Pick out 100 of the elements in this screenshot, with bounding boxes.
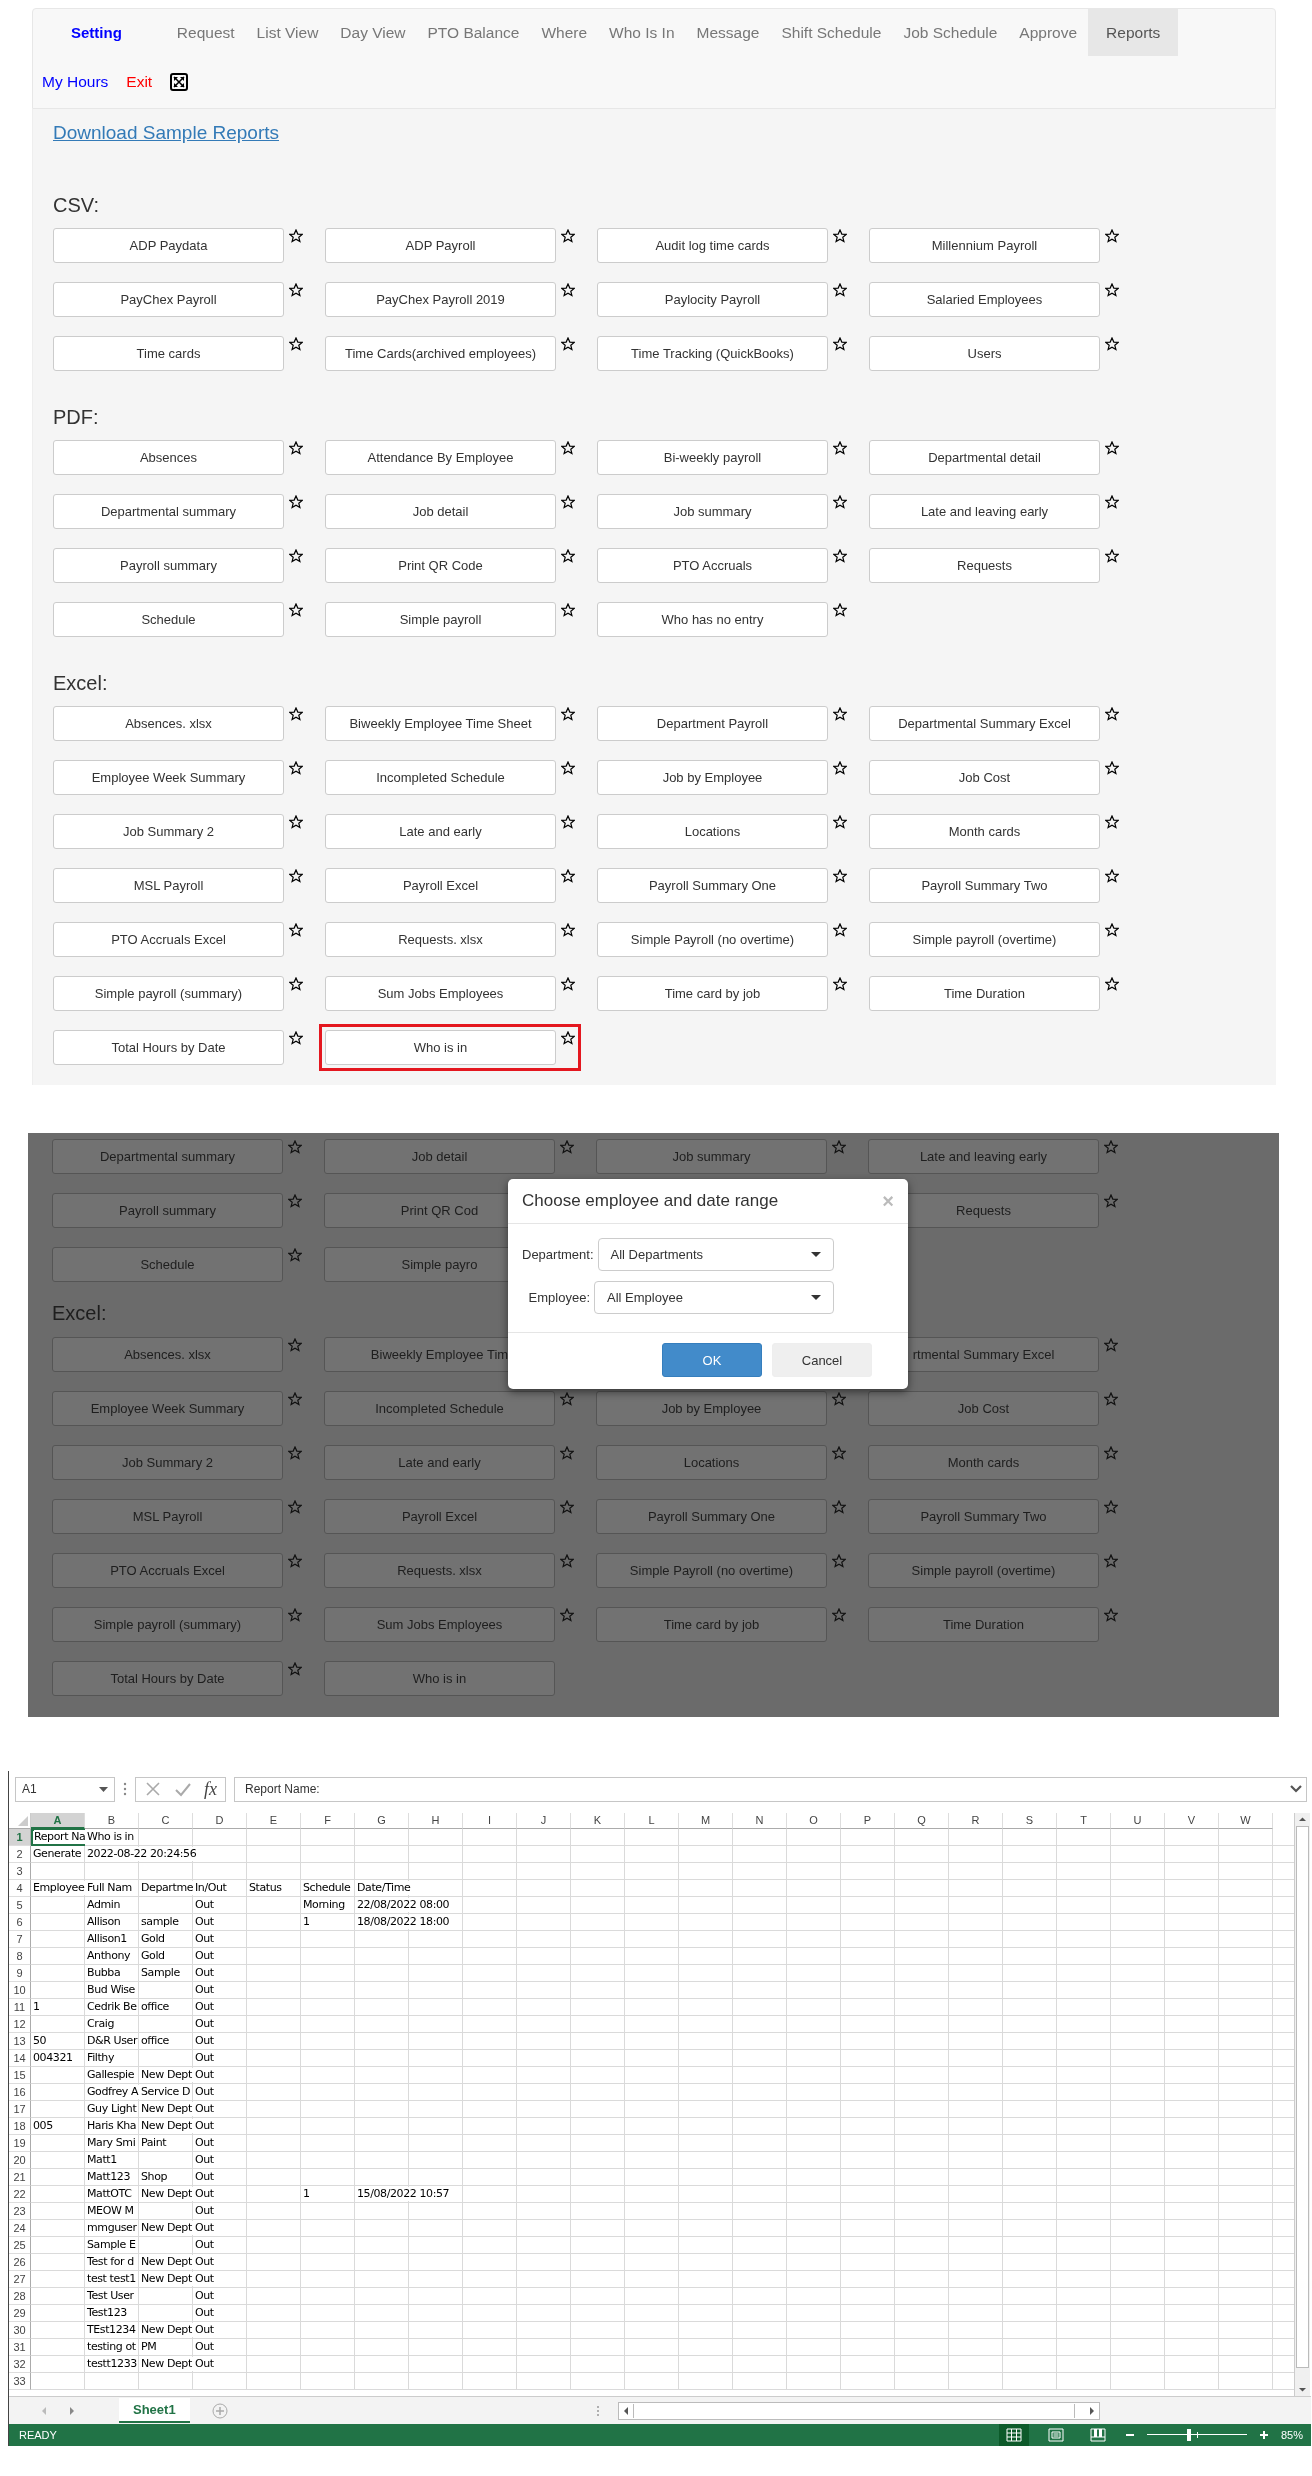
star-icon[interactable] (833, 977, 847, 991)
report-button[interactable]: Bi-weekly payroll (597, 440, 828, 475)
report-button[interactable]: Departmental summary (53, 494, 284, 529)
star-icon[interactable] (561, 815, 575, 829)
normal-view-icon[interactable] (998, 2424, 1029, 2446)
report-button[interactable]: PayChex Payroll 2019 (325, 282, 556, 317)
star-icon[interactable] (1105, 229, 1119, 243)
report-button[interactable]: Departmental summary (52, 1139, 283, 1174)
report-button[interactable]: Total Hours by Date (53, 1030, 284, 1065)
report-button[interactable]: PayChex Payroll (53, 282, 284, 317)
nav-tab[interactable]: List View (245, 9, 330, 56)
formula-field[interactable]: Report Name: (234, 1776, 1307, 1802)
star-icon[interactable] (288, 1248, 302, 1262)
star-icon[interactable] (833, 229, 847, 243)
star-icon[interactable] (1104, 1338, 1118, 1352)
star-icon[interactable] (288, 1338, 302, 1352)
column-header[interactable]: Q (895, 1813, 949, 1829)
star-icon[interactable] (833, 283, 847, 297)
slider-thumb[interactable] (1186, 2429, 1191, 2441)
report-button[interactable]: Salaried Employees (869, 282, 1100, 317)
report-button[interactable]: Job detail (325, 494, 556, 529)
download-link[interactable]: Download Sample Reports (53, 121, 279, 145)
star-icon[interactable] (289, 977, 303, 991)
star-icon[interactable] (289, 707, 303, 721)
report-button[interactable]: Who is in (325, 1030, 556, 1065)
star-icon[interactable] (833, 441, 847, 455)
star-icon[interactable] (288, 1662, 302, 1676)
report-button[interactable]: Schedule (53, 602, 284, 637)
nav-tab[interactable]: Where (530, 9, 599, 56)
expand-icon[interactable] (1290, 1785, 1302, 1793)
column-header[interactable]: A (31, 1813, 85, 1829)
column-header[interactable]: W (1219, 1813, 1273, 1829)
sheet-tab[interactable]: Sheet1 (119, 2398, 190, 2423)
star-icon[interactable] (289, 229, 303, 243)
report-button[interactable]: Simple payroll (overtime) (869, 922, 1100, 957)
insert-function-button[interactable]: fx (204, 1778, 217, 1800)
star-icon[interactable] (561, 337, 575, 351)
star-icon[interactable] (1104, 1554, 1118, 1568)
star-icon[interactable] (1104, 1446, 1118, 1460)
report-button[interactable]: Time card by job (597, 976, 828, 1011)
star-icon[interactable] (833, 923, 847, 937)
star-icon[interactable] (833, 337, 847, 351)
star-icon[interactable] (1105, 441, 1119, 455)
vertical-scrollbar[interactable] (1294, 1813, 1310, 2396)
scrollbar-thumb[interactable] (632, 2403, 1075, 2418)
star-icon[interactable] (833, 495, 847, 509)
column-header[interactable]: G (355, 1813, 409, 1829)
nav-tab[interactable]: Day View (329, 9, 417, 56)
report-button[interactable]: Department Payroll (597, 706, 828, 741)
star-icon[interactable] (1105, 869, 1119, 883)
star-icon[interactable] (289, 761, 303, 775)
nav-tab[interactable]: Message (685, 9, 771, 56)
zoom-level[interactable]: 85% (1280, 2429, 1303, 2441)
nav-tab[interactable]: Job Schedule (892, 9, 1009, 56)
column-header[interactable]: B (85, 1813, 139, 1829)
report-button[interactable]: Absences (53, 440, 284, 475)
star-icon[interactable] (833, 549, 847, 563)
star-icon[interactable] (289, 815, 303, 829)
report-button[interactable]: Departmental detail (869, 440, 1100, 475)
column-header[interactable]: M (679, 1813, 733, 1829)
report-button[interactable]: Incompleted Schedule (325, 760, 556, 795)
report-button[interactable]: Payroll Summary One (597, 868, 828, 903)
star-icon[interactable] (289, 603, 303, 617)
star-icon[interactable] (560, 1446, 574, 1460)
nav-tab[interactable]: Request (165, 9, 246, 56)
star-icon[interactable] (288, 1446, 302, 1460)
report-button[interactable]: Users (869, 336, 1100, 371)
star-icon[interactable] (561, 441, 575, 455)
fullscreen-icon[interactable] (170, 73, 189, 91)
star-icon[interactable] (1105, 977, 1119, 991)
report-button[interactable]: Payroll Excel (325, 868, 556, 903)
nav-tab[interactable]: PTO Balance (416, 9, 531, 56)
star-icon[interactable] (833, 869, 847, 883)
star-icon[interactable] (288, 1500, 302, 1514)
column-header[interactable]: I (463, 1813, 517, 1829)
next-sheet-icon[interactable] (67, 2405, 77, 2416)
star-icon[interactable] (289, 869, 303, 883)
column-header[interactable]: P (841, 1813, 895, 1829)
nav-tab[interactable]: Approve (1008, 9, 1089, 56)
report-button[interactable]: Locations (597, 814, 828, 849)
report-button[interactable]: Paylocity Payroll (597, 282, 828, 317)
star-icon[interactable] (561, 283, 575, 297)
dropdown-field[interactable]: All Departments (597, 1238, 834, 1271)
star-icon[interactable] (1105, 923, 1119, 937)
star-icon[interactable] (1105, 761, 1119, 775)
star-icon[interactable] (832, 1500, 846, 1514)
report-button[interactable]: MSL Payroll (53, 868, 284, 903)
report-button[interactable]: Absences. xlsx (53, 706, 284, 741)
report-button[interactable]: Time Tracking (QuickBooks) (597, 336, 828, 371)
star-icon[interactable] (833, 707, 847, 721)
star-icon[interactable] (1104, 1500, 1118, 1514)
star-icon[interactable] (832, 1392, 846, 1406)
column-header[interactable]: H (409, 1813, 463, 1829)
star-icon[interactable] (288, 1194, 302, 1208)
report-button[interactable]: PTO Accruals (597, 548, 828, 583)
star-icon[interactable] (1105, 549, 1119, 563)
star-icon[interactable] (561, 495, 575, 509)
column-header[interactable]: L (625, 1813, 679, 1829)
report-button[interactable]: Millennium Payroll (869, 228, 1100, 263)
report-button[interactable]: Late and leaving early (869, 494, 1100, 529)
